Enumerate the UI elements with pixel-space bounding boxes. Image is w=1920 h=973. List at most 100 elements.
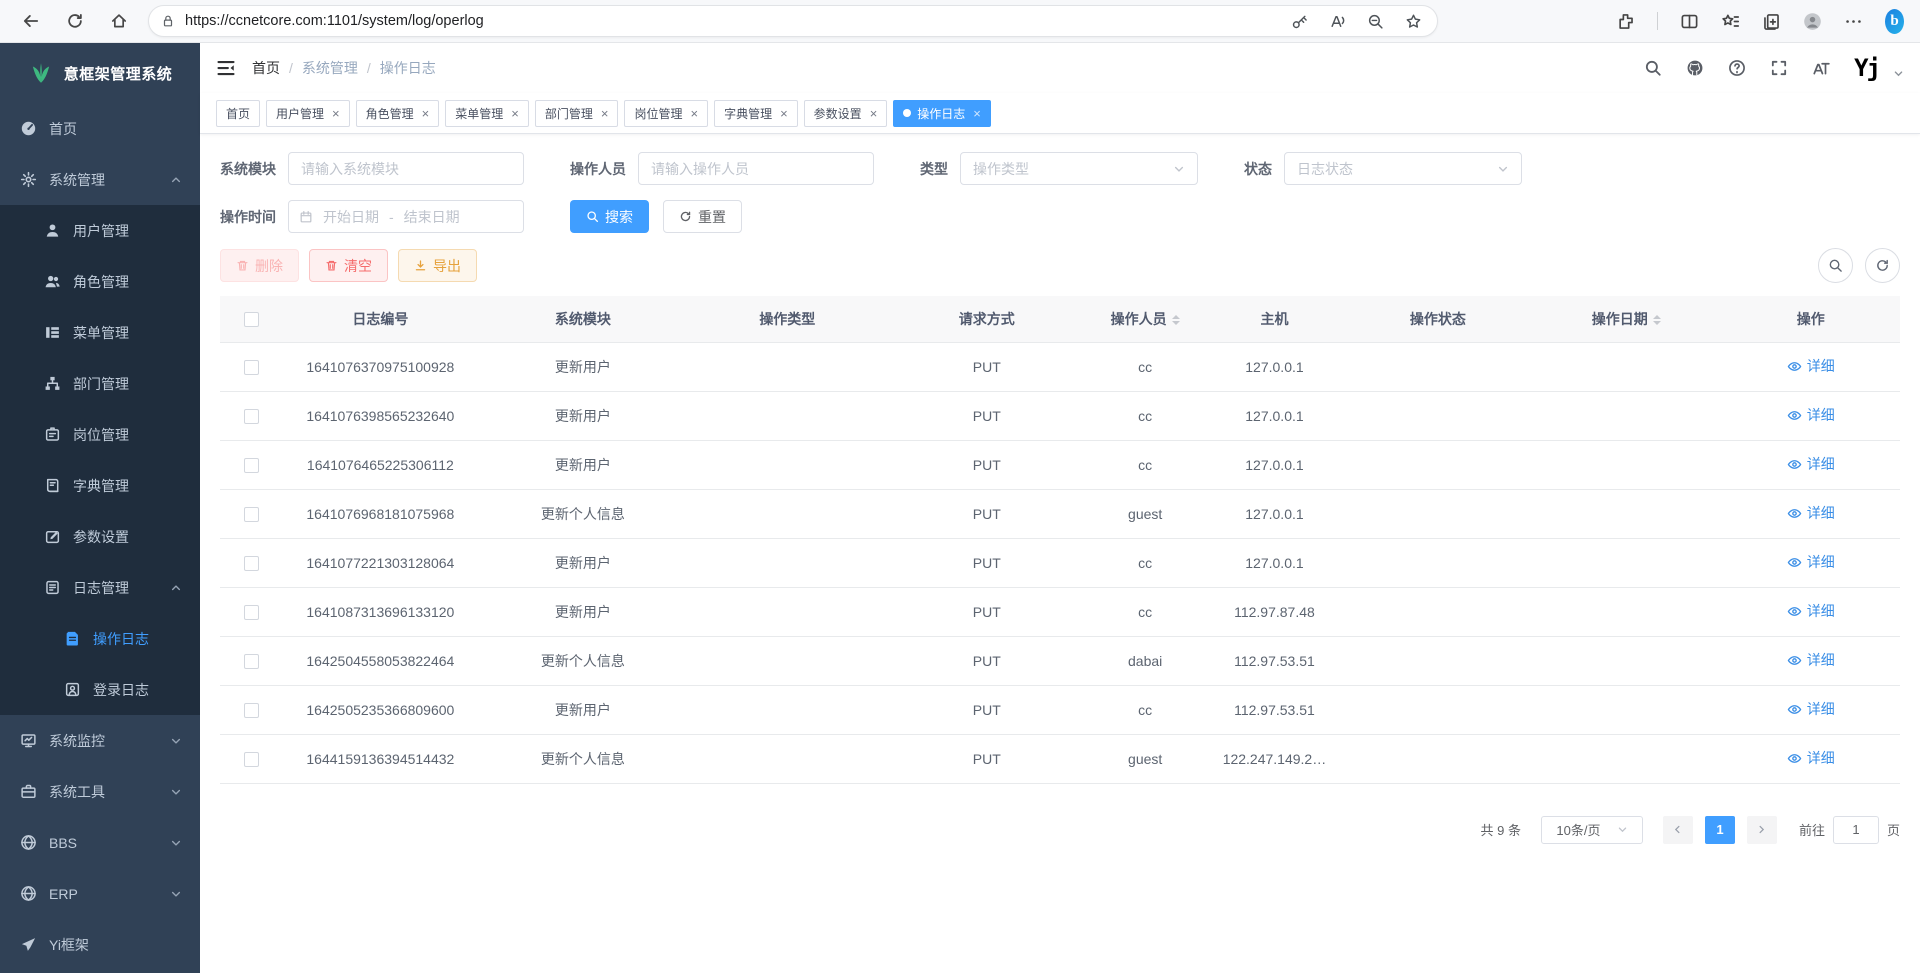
- type-select[interactable]: 操作类型: [960, 152, 1198, 185]
- column-header-op-date[interactable]: 操作日期: [1531, 296, 1721, 342]
- detail-link[interactable]: 详细: [1787, 601, 1835, 621]
- delete-button[interactable]: 删除: [220, 249, 299, 282]
- sidebar-item-erp[interactable]: ERP: [0, 868, 200, 919]
- sidebar-item-system-tools[interactable]: 系统工具: [0, 766, 200, 817]
- extensions-icon[interactable]: [1616, 12, 1635, 31]
- detail-link[interactable]: 详细: [1787, 699, 1835, 719]
- refresh-icon[interactable]: [60, 6, 90, 36]
- favorite-add-icon[interactable]: [1401, 9, 1425, 33]
- column-header-operator[interactable]: 操作人员: [1086, 296, 1204, 342]
- collections-icon[interactable]: [1762, 12, 1781, 31]
- zoom-out-icon[interactable]: [1363, 9, 1387, 33]
- url-text[interactable]: https://ccnetcore.com:1101/system/log/op…: [185, 13, 1277, 29]
- clear-button[interactable]: 清空: [309, 249, 388, 282]
- tab-user-management[interactable]: 用户管理×: [266, 100, 350, 127]
- chevron-down-icon[interactable]: [1893, 68, 1904, 79]
- next-page-button[interactable]: [1747, 816, 1777, 844]
- row-checkbox[interactable]: [244, 752, 259, 767]
- goto-page-input[interactable]: [1833, 816, 1879, 844]
- detail-link[interactable]: 详细: [1787, 405, 1835, 425]
- tab-menu-management[interactable]: 菜单管理×: [445, 100, 529, 127]
- sidebar-item-dept-management[interactable]: 部门管理: [0, 358, 200, 409]
- sidebar-item-menu-management[interactable]: 菜单管理: [0, 307, 200, 358]
- sidebar-item-log-management[interactable]: 日志管理: [0, 562, 200, 613]
- row-checkbox[interactable]: [244, 507, 259, 522]
- fullscreen-icon[interactable]: [1770, 59, 1788, 77]
- close-icon[interactable]: ×: [870, 107, 878, 120]
- module-input[interactable]: [288, 152, 524, 185]
- key-icon[interactable]: [1287, 9, 1311, 33]
- operator-input[interactable]: [638, 152, 874, 185]
- close-icon[interactable]: ×: [601, 107, 609, 120]
- app-logo[interactable]: 意框架管理系统: [0, 43, 200, 103]
- detail-link[interactable]: 详细: [1787, 356, 1835, 376]
- tab-post-management[interactable]: 岗位管理×: [624, 100, 708, 127]
- sidebar-item-system-management[interactable]: 系统管理: [0, 154, 200, 205]
- copilot-icon[interactable]: b: [1885, 12, 1904, 31]
- tab-role-management[interactable]: 角色管理×: [356, 100, 440, 127]
- detail-link[interactable]: 详细: [1787, 650, 1835, 670]
- split-screen-icon[interactable]: [1680, 12, 1699, 31]
- page-number-button[interactable]: 1: [1705, 816, 1735, 844]
- tab-dict-management[interactable]: 字典管理×: [714, 100, 798, 127]
- sidebar-item-yi-framework[interactable]: Yi框架: [0, 919, 200, 970]
- sort-caret-icon[interactable]: [1172, 311, 1180, 329]
- prev-page-button[interactable]: [1663, 816, 1693, 844]
- sort-caret-icon[interactable]: [1653, 311, 1661, 329]
- detail-link[interactable]: 详细: [1787, 503, 1835, 523]
- home-icon[interactable]: [104, 6, 134, 36]
- export-button[interactable]: 导出: [398, 249, 477, 282]
- user-logo[interactable]: Yj: [1854, 56, 1879, 80]
- sidebar-item-home[interactable]: 首页: [0, 103, 200, 154]
- detail-link[interactable]: 详细: [1787, 552, 1835, 572]
- row-checkbox[interactable]: [244, 703, 259, 718]
- sidebar-item-bbs[interactable]: BBS: [0, 817, 200, 868]
- close-icon[interactable]: ×: [690, 107, 698, 120]
- close-icon[interactable]: ×: [780, 107, 788, 120]
- hamburger-icon[interactable]: [216, 58, 236, 78]
- sidebar-item-param-settings[interactable]: 参数设置: [0, 511, 200, 562]
- close-icon[interactable]: ×: [511, 107, 519, 120]
- sidebar-item-user-management[interactable]: 用户管理: [0, 205, 200, 256]
- search-button[interactable]: 搜索: [570, 200, 649, 233]
- sidebar-item-role-management[interactable]: 角色管理: [0, 256, 200, 307]
- breadcrumb-home[interactable]: 首页: [252, 58, 280, 78]
- row-checkbox[interactable]: [244, 360, 259, 375]
- github-icon[interactable]: [1686, 59, 1704, 77]
- tab-operation-log[interactable]: 操作日志×: [893, 100, 991, 127]
- tab-dept-management[interactable]: 部门管理×: [535, 100, 619, 127]
- sidebar-item-login-log[interactable]: 登录日志: [0, 664, 200, 715]
- search-icon[interactable]: [1644, 59, 1662, 77]
- status-select[interactable]: 日志状态: [1284, 152, 1522, 185]
- read-aloud-icon[interactable]: [1325, 9, 1349, 33]
- sidebar-item-post-management[interactable]: 岗位管理: [0, 409, 200, 460]
- sidebar-item-operation-log[interactable]: 操作日志: [0, 613, 200, 664]
- page-size-select[interactable]: 10条/页: [1541, 816, 1643, 844]
- date-range-picker[interactable]: 开始日期 - 结束日期: [288, 200, 524, 233]
- reset-button[interactable]: 重置: [663, 200, 742, 233]
- toggle-search-button[interactable]: [1818, 248, 1853, 283]
- row-checkbox[interactable]: [244, 458, 259, 473]
- back-icon[interactable]: [16, 6, 46, 36]
- detail-link[interactable]: 详细: [1787, 454, 1835, 474]
- row-checkbox[interactable]: [244, 605, 259, 620]
- sidebar-item-system-monitor[interactable]: 系统监控: [0, 715, 200, 766]
- tab-home[interactable]: 首页: [216, 100, 260, 127]
- breadcrumb-system[interactable]: 系统管理: [302, 58, 358, 78]
- select-all-checkbox[interactable]: [244, 312, 259, 327]
- sidebar-item-dict-management[interactable]: 字典管理: [0, 460, 200, 511]
- close-icon[interactable]: ×: [332, 107, 340, 120]
- tab-param-settings[interactable]: 参数设置×: [804, 100, 888, 127]
- address-bar[interactable]: https://ccnetcore.com:1101/system/log/op…: [148, 5, 1438, 37]
- help-icon[interactable]: [1728, 59, 1746, 77]
- font-size-icon[interactable]: [1812, 59, 1830, 77]
- row-checkbox[interactable]: [244, 654, 259, 669]
- refresh-table-button[interactable]: [1865, 248, 1900, 283]
- row-checkbox[interactable]: [244, 556, 259, 571]
- more-icon[interactable]: [1844, 12, 1863, 31]
- favorites-icon[interactable]: [1721, 12, 1740, 31]
- profile-avatar[interactable]: [1803, 12, 1822, 31]
- row-checkbox[interactable]: [244, 409, 259, 424]
- close-icon[interactable]: ×: [422, 107, 430, 120]
- close-icon[interactable]: ×: [973, 107, 981, 120]
